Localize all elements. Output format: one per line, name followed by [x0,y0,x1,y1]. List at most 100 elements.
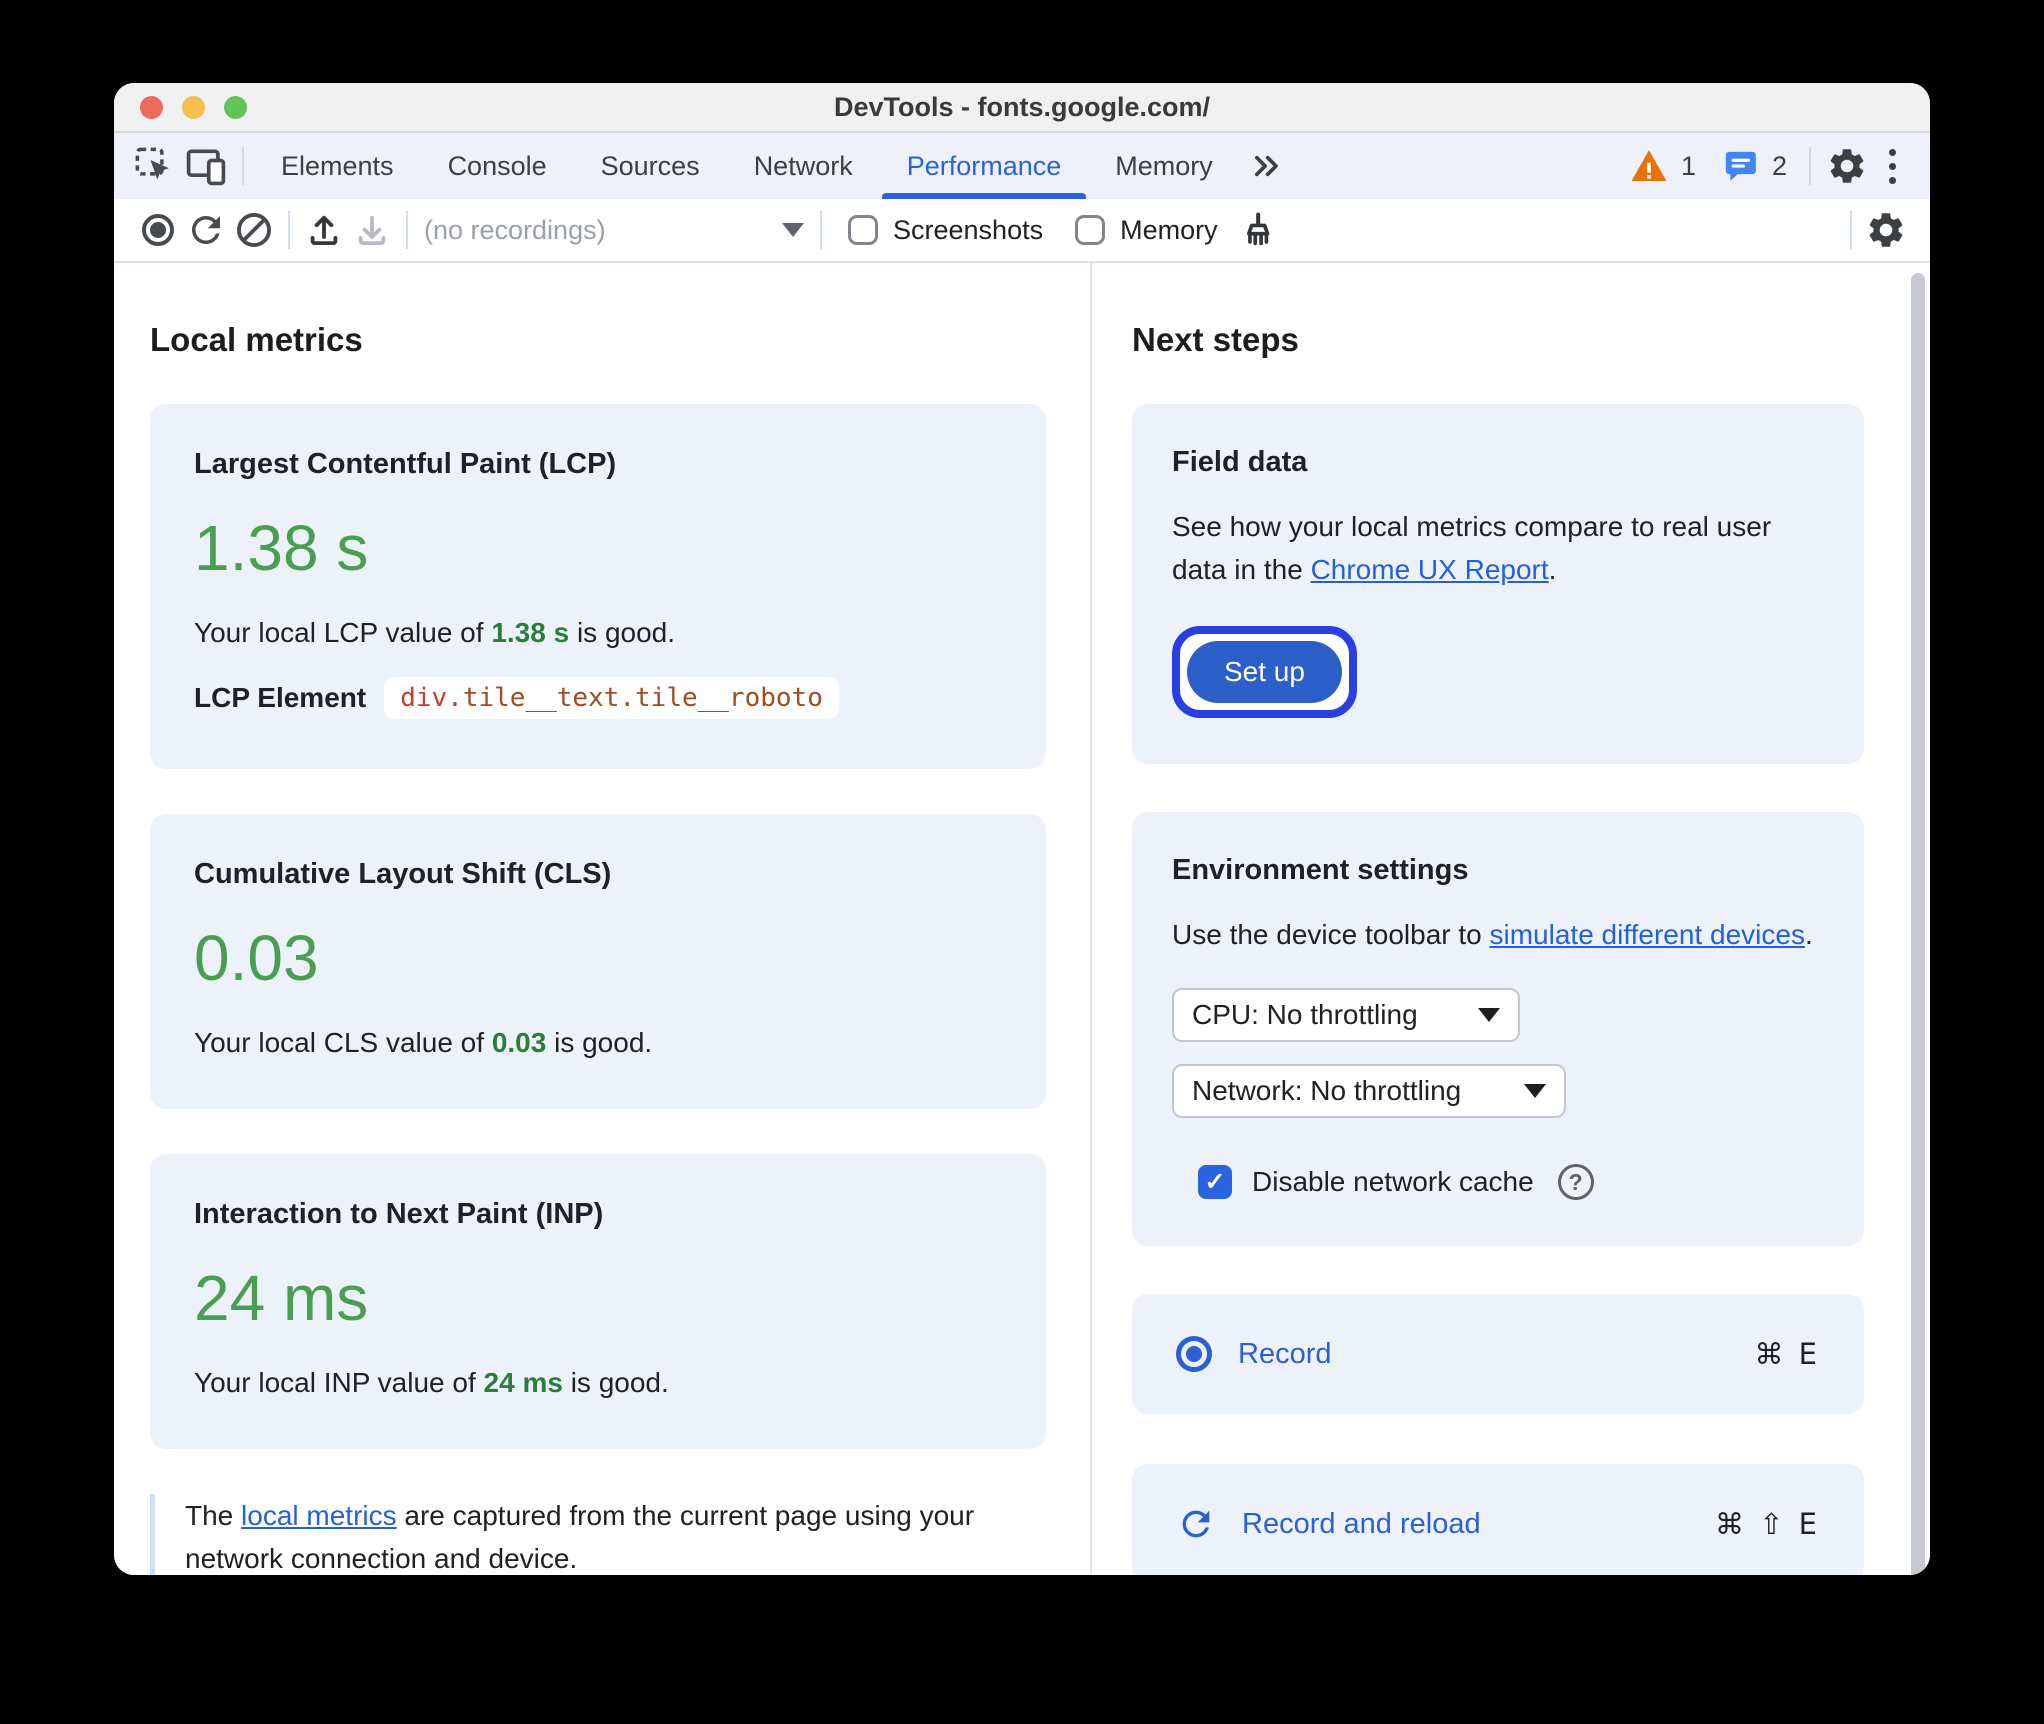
vertical-scrollbar-thumb[interactable] [1911,273,1925,1575]
field-data-text: See how your local metrics compare to re… [1172,511,1772,586]
field-data-title: Field data [1172,446,1308,478]
setup-button[interactable]: Set up [1187,640,1342,703]
inspect-element-button[interactable] [128,140,180,192]
gear-icon [1830,149,1864,183]
toolbar-divider-2 [406,211,408,249]
chevron-down-icon [1524,1084,1546,1099]
clear-button[interactable] [230,206,278,254]
help-icon[interactable]: ? [1557,1164,1594,1201]
toolbar-divider-3 [820,211,822,249]
record-button[interactable] [134,206,182,254]
tab-sources[interactable]: Sources [574,133,727,199]
performance-panel-body: Local metrics Largest Contentful Paint (… [114,263,1930,1575]
disable-cache-label: Disable network cache [1252,1166,1534,1198]
save-profile-button[interactable] [348,206,396,254]
environment-settings-text: Use the device toolbar to simulate diffe… [1172,918,1813,950]
titlebar: DevTools - fonts.google.com/ [114,83,1930,133]
lcp-title: Largest Contentful Paint (LCP) [194,448,617,480]
issues-badge[interactable]: 2 [1720,146,1787,186]
local-metrics-link[interactable]: local metrics [241,1500,397,1531]
cls-value: 0.03 [194,922,319,994]
cls-title: Cumulative Layout Shift (CLS) [194,858,612,890]
capture-settings-button[interactable] [1862,206,1910,254]
disable-cache-checkbox[interactable]: ✓ [1198,1165,1232,1200]
performance-toolbar: (no recordings) Screenshots Memory [114,199,1930,263]
lcp-element-label: LCP Element [194,682,367,713]
record-reload-shortcut: ⌘ ⇧ E [1714,1507,1820,1542]
memory-label: Memory [1120,214,1218,245]
chrome-ux-report-link[interactable]: Chrome UX Report [1311,554,1549,585]
devtools-tabbar: Elements Console Sources Network Perform… [114,133,1930,199]
tab-elements[interactable]: Elements [254,133,421,199]
cls-card: Cumulative Layout Shift (CLS) 0.03 Your … [150,814,1046,1109]
memory-toggle[interactable]: Memory [1075,215,1218,246]
warning-count: 1 [1680,150,1696,181]
issue-count: 2 [1771,150,1787,181]
device-toolbar-icon [186,149,226,186]
record-action-card[interactable]: Record ⌘ E [1132,1294,1864,1415]
screenshots-toggle[interactable]: Screenshots [848,215,1043,246]
record-reload-action-card[interactable]: Record and reload ⌘ ⇧ E [1132,1464,1864,1575]
inspect-icon [135,147,169,180]
inp-title: Interaction to Next Paint (INP) [194,1198,604,1230]
check-icon: ✓ [1204,1168,1226,1197]
screenshots-checkbox[interactable] [848,215,878,245]
next-steps-column: Next steps Field data See how your local… [1092,263,1930,1575]
tabbar-divider [242,147,244,185]
close-window-button[interactable] [140,95,163,119]
lcp-element-row: LCP Element div.tile__text.tile__roboto [194,677,1006,719]
lcp-element-selector[interactable]: div.tile__text.tile__roboto [384,677,839,719]
toolbar-divider-4 [1850,211,1852,249]
environment-settings-card: Environment settings Use the device tool… [1132,811,1864,1247]
field-data-card: Field data See how your local metrics co… [1132,404,1864,764]
screenshots-label: Screenshots [893,214,1044,245]
next-steps-heading: Next steps [1132,321,1299,358]
environment-settings-title: Environment settings [1172,853,1469,886]
device-toolbar-button[interactable] [180,140,232,192]
load-profile-button[interactable] [300,206,348,254]
devtools-window: DevTools - fonts.google.com/ Elements Co… [114,83,1930,1575]
setup-button-focus-ring: Set up [1172,625,1357,718]
memory-checkbox[interactable] [1075,215,1106,245]
network-throttling-value: Network: No throttling [1192,1075,1462,1107]
chevron-down-icon [1478,1008,1500,1023]
disable-cache-row[interactable]: ✓ Disable network cache ? [1198,1164,1824,1201]
tab-network[interactable]: Network [727,133,880,199]
tab-memory[interactable]: Memory [1088,133,1240,199]
network-throttling-select[interactable]: Network: No throttling [1172,1064,1566,1119]
local-metrics-heading: Local metrics [150,321,363,358]
window-title: DevTools - fonts.google.com/ [833,91,1210,122]
cpu-throttling-value: CPU: No throttling [1192,999,1418,1031]
cpu-throttling-select[interactable]: CPU: No throttling [1172,988,1520,1043]
local-metrics-column: Local metrics Largest Contentful Paint (… [114,263,1092,1575]
chevron-down-icon [782,223,804,237]
traffic-lights [140,95,247,119]
warning-icon [1631,150,1667,181]
upload-icon [310,215,338,246]
inp-card: Interaction to Next Paint (INP) 24 ms Yo… [150,1154,1046,1449]
local-metrics-note: The local metrics are captured from the … [150,1494,1000,1575]
tab-console[interactable]: Console [421,133,574,199]
devtools-settings-button[interactable] [1821,140,1873,192]
record-shortcut: ⌘ E [1754,1337,1820,1372]
devtools-menu-button[interactable] [1873,148,1912,184]
recordings-select[interactable]: (no recordings) [424,215,804,246]
record-icon [1176,1336,1212,1373]
inp-sentence: Your local INP value of 24 ms is good. [194,1367,669,1398]
kebab-menu-icon [1889,148,1896,156]
record-icon [142,214,174,246]
more-tabs-button[interactable] [1240,140,1292,192]
simulate-devices-link[interactable]: simulate different devices [1490,919,1805,950]
gear-icon [1869,213,1903,247]
warnings-badge[interactable]: 1 [1629,146,1696,186]
tab-performance[interactable]: Performance [880,133,1089,199]
collect-garbage-button[interactable] [1234,206,1282,254]
lcp-inline-value: 1.38 s [491,617,570,648]
zoom-window-button[interactable] [224,95,247,119]
record-reload-action-label: Record and reload [1242,1507,1481,1540]
tabbar-divider-right [1809,147,1811,185]
cls-sentence: Your local CLS value of 0.03 is good. [194,1027,653,1058]
more-tabs-chevron-icon [1254,155,1278,177]
minimize-window-button[interactable] [182,95,205,119]
record-and-reload-button[interactable] [182,206,230,254]
